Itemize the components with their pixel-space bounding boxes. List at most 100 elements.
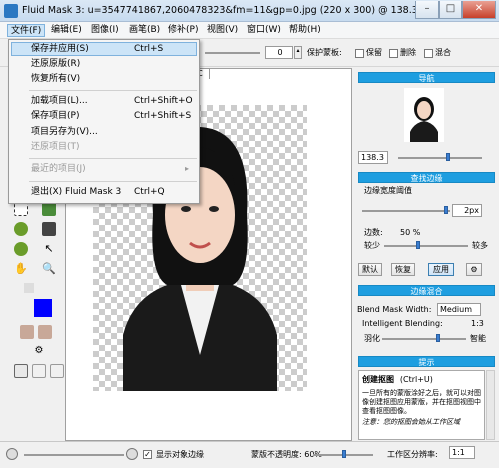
menu-revert-original[interactable]: 还原原版(R) (31, 57, 80, 71)
tips-body: 一旦所有的蒙版涂好之后，就可以对图像创建抠图应用蒙版，并在抠图视图中查看抠图图像… (362, 389, 481, 415)
lock-icon[interactable]: ⚙ (466, 263, 482, 276)
zoom-out-icon[interactable] (6, 448, 18, 460)
menu-separator (29, 90, 197, 91)
edge-width-label: 边缘宽度阈值 (364, 186, 412, 195)
menu-help[interactable]: 帮助(H) (286, 24, 324, 37)
users-icon[interactable]: ⚙ (32, 345, 46, 359)
edge-tool-icon[interactable] (14, 242, 28, 256)
title-bar: Fluid Mask 3: u=3547741867,2060478323&fm… (0, 0, 499, 22)
thumbnail-portrait (410, 97, 438, 142)
mask-opacity-label: 蒙版不透明度: 60% (251, 450, 323, 459)
menu-edit[interactable]: 编辑(E) (48, 24, 85, 37)
detail-slider[interactable] (384, 245, 468, 247)
select-tool-icon[interactable] (14, 202, 28, 216)
less-label: 较少 (364, 241, 380, 250)
intelligent-value: 1:3 (471, 319, 484, 328)
maximize-button[interactable]: □ (439, 1, 462, 19)
menu-save-apply[interactable]: 保存并应用(S) (31, 42, 89, 56)
keep-label: 保留 (366, 48, 382, 57)
more-label: 较多 (472, 241, 488, 250)
tips-shortcut: (Ctrl+U) (399, 375, 433, 384)
menu-image[interactable]: 图像(I) (88, 24, 122, 37)
work-area-select[interactable]: 1:1 (449, 446, 475, 459)
status-bar: ✓ 显示对象边缘 蒙版不透明度: 60% 工作区分辨率: 1:1 (0, 441, 499, 468)
shortcut-exit: Ctrl+Q (134, 187, 165, 197)
thumbnail2-icon[interactable] (38, 325, 52, 339)
blend-slider[interactable] (382, 338, 466, 340)
restore-button[interactable]: 恢复 (391, 263, 415, 276)
menu-patch[interactable]: 修补(P) (165, 24, 201, 37)
menu-separator (29, 181, 197, 182)
window-title: Fluid Mask 3: u=3547741867,2060478323&fm… (22, 5, 427, 16)
menu-bar: 文件(F) 编辑(E) 图像(I) 画笔(B) 修补(P) 视图(V) 窗口(W… (0, 22, 499, 39)
mix-label: 混合 (435, 48, 451, 57)
menu-save-project-as[interactable]: 项目另存为(V)... (31, 125, 98, 139)
mix-checkbox[interactable] (424, 49, 433, 58)
intelligent-label: Intelligent Blending: (362, 319, 443, 328)
color-swatch[interactable] (34, 299, 52, 317)
brush-size-input[interactable]: 0 (265, 46, 293, 59)
edge-width-knob[interactable] (444, 206, 448, 214)
thumbnail-icon[interactable] (20, 325, 34, 339)
menu-recent-projects: 最近的项目(J) (31, 164, 86, 174)
menu-window[interactable]: 窗口(W) (244, 24, 284, 37)
view-original-icon[interactable] (14, 364, 28, 378)
protect-label: 保护蒙板: (307, 48, 342, 57)
detail-label: 边数: (364, 228, 383, 237)
zoom-slider[interactable] (398, 157, 482, 159)
minimize-button[interactable]: – (415, 1, 439, 19)
feather-label: 羽化 (364, 334, 380, 343)
tips-scrollbar[interactable] (486, 370, 495, 440)
opacity-knob[interactable] (342, 450, 346, 458)
zoom-bar[interactable] (24, 454, 124, 456)
shortcut-save-project: Ctrl+Shift+S (134, 111, 192, 121)
view-mask-icon[interactable] (32, 364, 46, 378)
menu-restore-all[interactable]: 恢复所有(V) (31, 72, 80, 86)
menu-file[interactable]: 文件(F) (7, 24, 46, 37)
keep-checkbox[interactable] (355, 49, 364, 58)
edge-width-slider[interactable] (362, 210, 450, 212)
spin-icon[interactable]: ▴ (294, 46, 302, 59)
tips-note: 注意：您的抠图会始从工作区域 (362, 418, 481, 427)
find-edges-header: 查找边缘 (358, 172, 495, 183)
menu-brush[interactable]: 画笔(B) (126, 24, 163, 37)
zoom-in-icon[interactable] (126, 448, 138, 460)
tips-header: 提示 (358, 356, 495, 367)
brush-tool-icon[interactable] (42, 202, 56, 216)
pointer-icon[interactable]: ↖ (42, 242, 56, 256)
menu-save-project[interactable]: 保存项目(P) (31, 109, 79, 123)
zoom-slider-knob[interactable] (446, 153, 450, 161)
menu-exit[interactable]: 退出(X) Fluid Mask 3 (31, 185, 121, 199)
smart-label: 智能 (470, 334, 486, 343)
apply-button[interactable]: 应用 (428, 263, 454, 276)
default-button[interactable]: 默认 (358, 263, 382, 276)
zoom-icon[interactable]: 🔍 (42, 262, 56, 276)
hand-icon[interactable]: ✋ (14, 262, 28, 276)
tips-heading: 创建抠图 (362, 375, 394, 384)
file-menu-dropdown: 保存并应用(S) Ctrl+S 还原原版(R) 恢复所有(V) 加载项目(L).… (8, 39, 200, 204)
brush-size-slider[interactable] (205, 52, 260, 54)
zoom-input[interactable]: 138.3 (358, 151, 388, 164)
menu-separator (29, 158, 197, 159)
show-edges-checkbox[interactable]: ✓ (143, 450, 152, 459)
app-icon (4, 4, 18, 18)
patch-tool-icon[interactable] (14, 222, 28, 236)
edge-width-input[interactable]: 2px (452, 204, 482, 217)
detail-value: 50 % (400, 228, 421, 237)
menu-load-project[interactable]: 加载项目(L)... (31, 94, 88, 108)
menu-revert-project: 还原项目(T) (31, 142, 80, 152)
detail-knob[interactable] (416, 241, 420, 249)
view-cutout-icon[interactable] (50, 364, 64, 378)
work-area-label: 工作区分辨率: (387, 450, 438, 459)
blend-knob[interactable] (436, 334, 440, 342)
delete-label: 删除 (400, 48, 416, 57)
delete-checkbox[interactable] (389, 49, 398, 58)
close-button[interactable]: ✕ (462, 1, 496, 19)
edge-blend-header: 边缘混合 (358, 285, 495, 296)
shortcut-load-project: Ctrl+Shift+O (134, 96, 193, 106)
camera-icon[interactable] (42, 222, 56, 236)
navigator-thumbnail[interactable] (404, 88, 444, 142)
blend-mask-label: Blend Mask Width: (357, 305, 432, 314)
menu-view[interactable]: 视图(V) (204, 24, 241, 37)
blend-mask-select[interactable]: Medium (437, 303, 481, 316)
